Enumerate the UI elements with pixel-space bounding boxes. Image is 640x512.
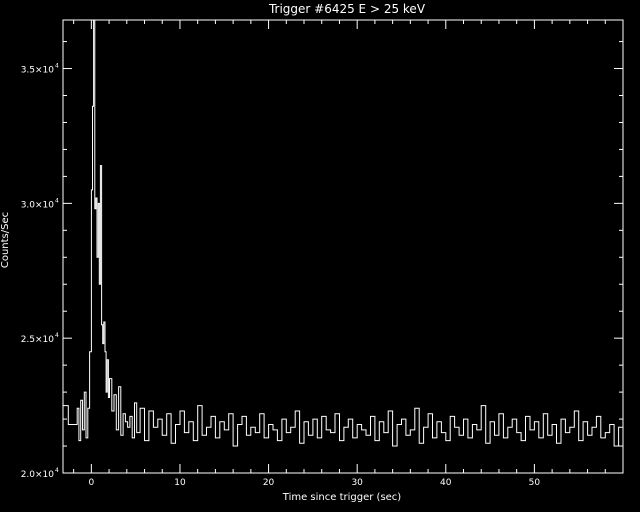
chart-title: Trigger #6425 E > 25 keV — [268, 2, 426, 16]
x-tick-label: 0 — [88, 478, 94, 488]
x-tick-label: 30 — [351, 478, 363, 488]
y-tick-label-exponent: 4 — [55, 63, 59, 70]
y-tick-label-exponent: 4 — [55, 197, 59, 204]
x-tick-label: 40 — [440, 478, 452, 488]
y-tick-label-exponent: 4 — [55, 332, 59, 339]
x-tick-label: 10 — [174, 478, 186, 488]
y-tick-label-exponent: 4 — [55, 467, 59, 474]
chart-canvas: Trigger #6425 E > 25 keV 0 10 20 30 40 50 2.0×… — [0, 0, 640, 512]
y-tick-label: 3.5×10 — [21, 66, 55, 76]
y-axis-label: Counts/Sec — [0, 212, 11, 268]
x-tick-label: 50 — [529, 478, 541, 488]
x-tick-label: 20 — [263, 478, 275, 488]
x-axis-label: Time since trigger (sec) — [282, 492, 402, 503]
y-tick-label: 2.5×10 — [21, 335, 55, 345]
chart-background — [0, 0, 640, 512]
y-tick-label: 3.0×10 — [21, 200, 55, 210]
y-tick-label: 2.0×10 — [21, 470, 55, 480]
